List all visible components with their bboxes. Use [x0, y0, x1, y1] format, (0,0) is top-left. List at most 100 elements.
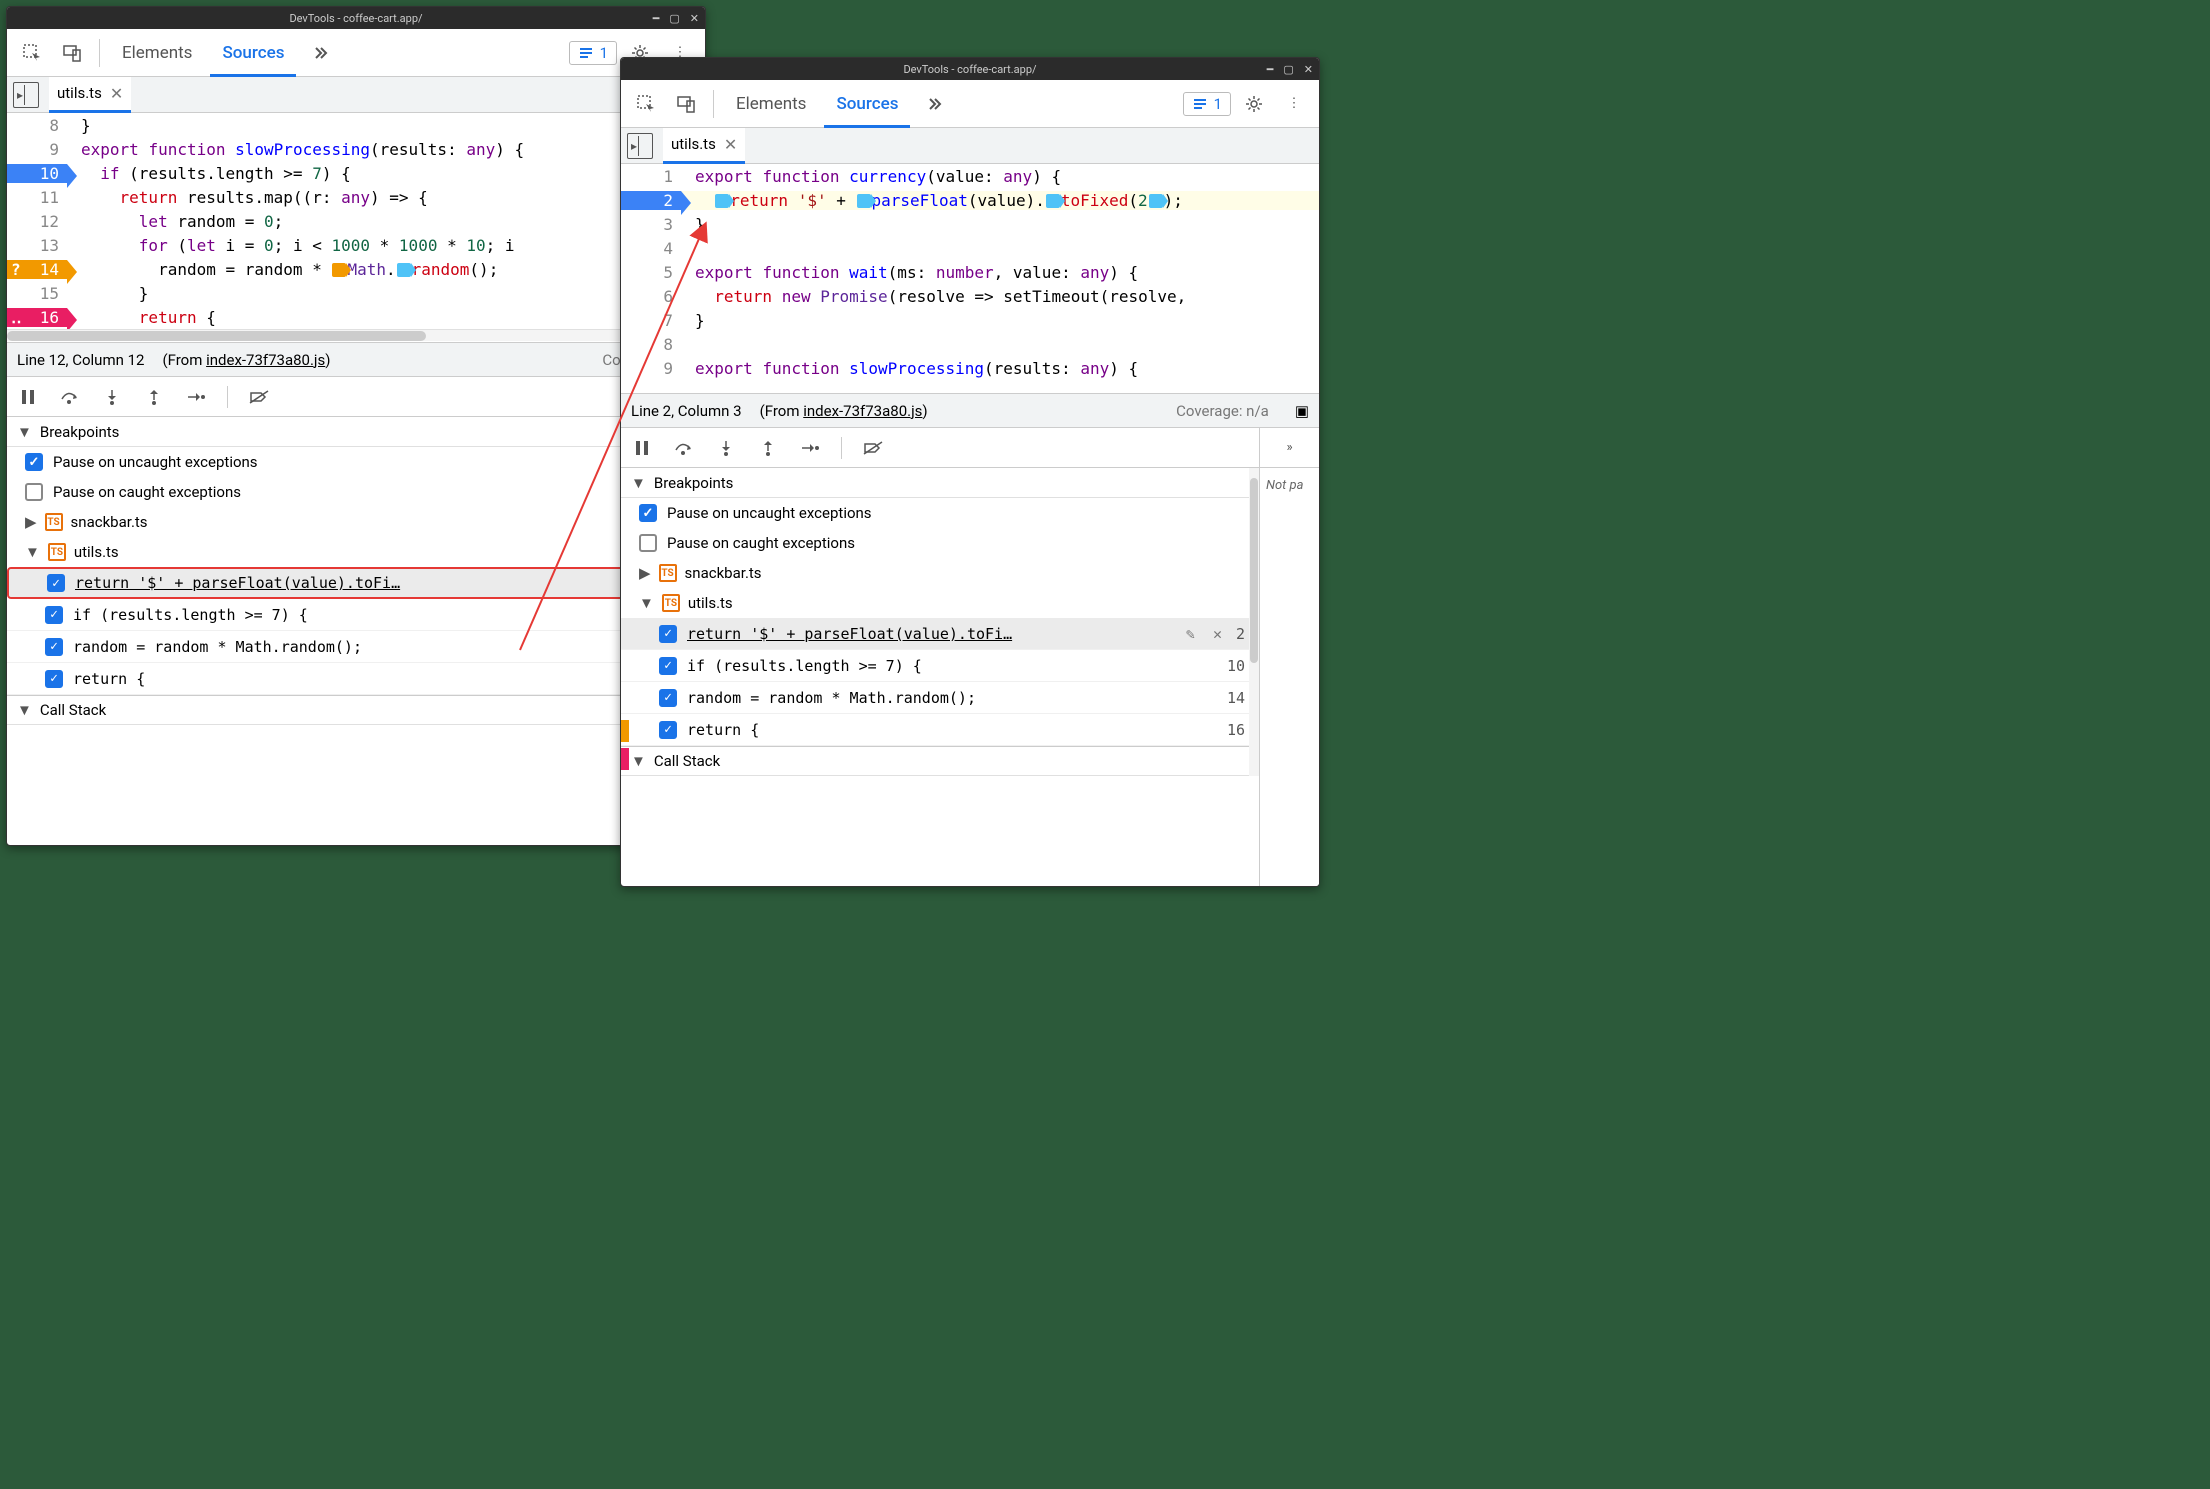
line-number[interactable]: 8	[7, 116, 67, 135]
breakpoint-label[interactable]: return '$' + parseFloat(value).toFi…	[687, 625, 1172, 643]
navigator-toggle-icon[interactable]	[627, 133, 653, 159]
device-icon[interactable]	[55, 36, 89, 70]
breakpoint-label[interactable]: return '$' + parseFloat(value).toFi…	[75, 574, 616, 592]
pause-caught-row[interactable]: Pause on caught exceptions	[621, 528, 1259, 558]
minimize-icon[interactable]: ━	[653, 12, 660, 25]
line-number[interactable]: 7	[621, 311, 681, 330]
navigator-toggle-icon[interactable]	[13, 82, 39, 108]
checkbox-checked[interactable]	[659, 689, 677, 707]
step-icon[interactable]	[799, 437, 821, 459]
file-group-snackbar[interactable]: ▶TSsnackbar.ts	[621, 558, 1259, 588]
pause-icon[interactable]	[631, 437, 653, 459]
breakpoints-header[interactable]: ▼Breakpoints	[621, 468, 1259, 498]
breakpoint-row[interactable]: if (results.length >= 7) { 10	[7, 599, 705, 631]
device-icon[interactable]	[669, 87, 703, 121]
inline-breakpoint-marker[interactable]	[332, 263, 346, 277]
inline-breakpoint-marker[interactable]	[397, 263, 411, 277]
edit-icon[interactable]: ✎	[1182, 625, 1199, 643]
line-number[interactable]: 5	[621, 263, 681, 282]
step-icon[interactable]	[185, 386, 207, 408]
close-tab-icon[interactable]: ✕	[724, 135, 737, 154]
file-tab-utils[interactable]: utils.ts ✕	[49, 77, 131, 113]
step-out-icon[interactable]	[757, 437, 779, 459]
breakpoint-row[interactable]: random = random * Math.random(); 14	[621, 682, 1259, 714]
step-over-icon[interactable]	[59, 386, 81, 408]
titlebar[interactable]: DevTools - coffee-cart.app/ ━ ▢ ✕	[621, 58, 1319, 80]
line-number[interactable]: 1	[621, 167, 681, 186]
deactivate-breakpoints-icon[interactable]	[248, 386, 270, 408]
line-number[interactable]: 6	[621, 287, 681, 306]
breakpoint-conditional-line-14[interactable]: 14	[7, 260, 67, 279]
callstack-header[interactable]: ▼Call Stack	[621, 746, 1259, 776]
breakpoint-label[interactable]: if (results.length >= 7) {	[687, 657, 1217, 675]
file-group-snackbar[interactable]: ▶TSsnackbar.ts	[7, 507, 705, 537]
code-editor[interactable]: 1export function currency(value: any) { …	[621, 164, 1319, 394]
checkbox-checked[interactable]	[45, 638, 63, 656]
breakpoint-row-selected[interactable]: return '$' + parseFloat(value).toFi… ✎ ✕…	[7, 567, 705, 599]
inspect-icon[interactable]	[15, 36, 49, 70]
line-number[interactable]: 9	[621, 359, 681, 378]
settings-icon[interactable]	[1237, 87, 1271, 121]
expand-sidebar-icon[interactable]: »	[1260, 428, 1319, 468]
more-tabs-icon[interactable]	[302, 36, 336, 70]
checkbox-checked[interactable]	[659, 721, 677, 739]
more-tabs-icon[interactable]	[916, 87, 950, 121]
checkbox-checked[interactable]	[659, 625, 677, 643]
breakpoint-label[interactable]: random = random * Math.random();	[73, 638, 663, 656]
pause-uncaught-row[interactable]: Pause on uncaught exceptions	[7, 447, 705, 477]
breakpoint-label[interactable]: random = random * Math.random();	[687, 689, 1217, 707]
line-number[interactable]: 3	[621, 215, 681, 234]
sourcemap-link[interactable]: index-73f73a80.js	[803, 402, 922, 420]
inspect-icon[interactable]	[629, 87, 663, 121]
file-tab-utils[interactable]: utils.ts ✕	[663, 128, 745, 164]
tab-elements[interactable]: Elements	[110, 29, 204, 77]
sourcemap-link[interactable]: index-73f73a80.js	[206, 351, 325, 369]
horizontal-scrollbar[interactable]	[7, 329, 705, 341]
line-number[interactable]: 4	[621, 239, 681, 258]
callstack-header[interactable]: ▼Call Stack	[7, 695, 705, 725]
tab-sources[interactable]: Sources	[824, 80, 910, 128]
close-icon[interactable]: ✕	[690, 12, 699, 25]
step-over-icon[interactable]	[673, 437, 695, 459]
breakpoint-row[interactable]: if (results.length >= 7) { 10	[621, 650, 1259, 682]
inline-breakpoint-marker[interactable]	[715, 194, 729, 208]
breakpoint-line-10[interactable]: 10	[7, 164, 67, 183]
step-into-icon[interactable]	[715, 437, 737, 459]
tab-elements[interactable]: Elements	[724, 80, 818, 128]
close-icon[interactable]: ✕	[1304, 63, 1313, 76]
breakpoint-row[interactable]: return { 16	[621, 714, 1259, 746]
line-number[interactable]: 8	[621, 335, 681, 354]
titlebar[interactable]: DevTools - coffee-cart.app/ ━ ▢ ✕	[7, 7, 705, 29]
delete-icon[interactable]: ✕	[1209, 625, 1226, 643]
deactivate-breakpoints-icon[interactable]	[862, 437, 884, 459]
kebab-icon[interactable]: ⋮	[1277, 87, 1311, 121]
checkbox-checked[interactable]	[639, 504, 657, 522]
breakpoint-label[interactable]: if (results.length >= 7) {	[73, 606, 663, 624]
issues-badge[interactable]: 1	[569, 41, 617, 65]
breakpoint-label[interactable]: return {	[73, 670, 663, 688]
pause-uncaught-row[interactable]: Pause on uncaught exceptions	[621, 498, 1259, 528]
file-group-utils[interactable]: ▼TSutils.ts	[7, 537, 705, 567]
breakpoint-label[interactable]: return {	[687, 721, 1217, 739]
breakpoint-logpoint-line-16[interactable]: 16	[7, 308, 67, 327]
breakpoint-row-selected[interactable]: return '$' + parseFloat(value).toFi… ✎ ✕…	[621, 618, 1259, 650]
checkbox-checked[interactable]	[25, 453, 43, 471]
checkbox-checked[interactable]	[47, 574, 65, 592]
pause-icon[interactable]	[17, 386, 39, 408]
maximize-icon[interactable]: ▢	[669, 12, 679, 25]
code-editor[interactable]: 8} 9export function slowProcessing(resul…	[7, 113, 705, 343]
show-coverage-icon[interactable]: ▣	[1295, 402, 1309, 420]
line-number[interactable]: 15	[7, 284, 67, 303]
checkbox-checked[interactable]	[659, 657, 677, 675]
inline-breakpoint-marker[interactable]	[857, 194, 871, 208]
vertical-scrollbar[interactable]	[1249, 468, 1259, 776]
line-number[interactable]: 13	[7, 236, 67, 255]
line-number[interactable]: 11	[7, 188, 67, 207]
checkbox-unchecked[interactable]	[25, 483, 43, 501]
minimize-icon[interactable]: ━	[1267, 63, 1274, 76]
breakpoints-header[interactable]: ▼Breakpoints	[7, 417, 705, 447]
breakpoint-line-2[interactable]: 2	[621, 191, 681, 210]
file-group-utils[interactable]: ▼TSutils.ts	[621, 588, 1259, 618]
breakpoint-row[interactable]: return { 16	[7, 663, 705, 695]
line-number[interactable]: 9	[7, 140, 67, 159]
